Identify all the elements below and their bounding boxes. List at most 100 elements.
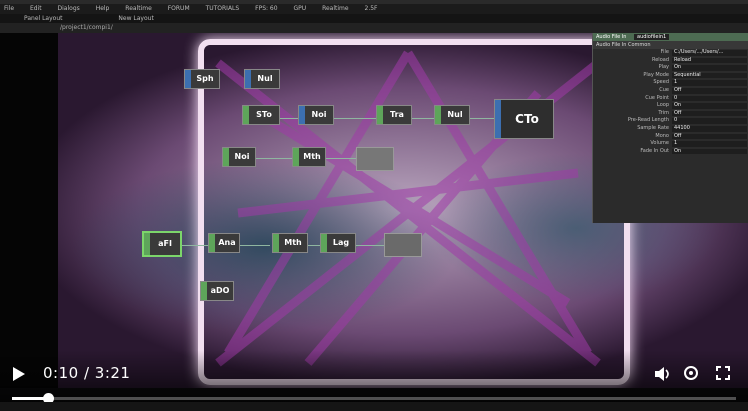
param-label: Pre-Read Length <box>627 117 669 124</box>
menu-realtime[interactable]: Realtime <box>125 5 152 12</box>
script-top-node[interactable]: STo <box>242 105 280 125</box>
node-label: Nul <box>447 110 463 119</box>
node-flag <box>144 233 150 255</box>
null-top-node[interactable]: Nul <box>434 105 470 125</box>
wire <box>356 245 384 246</box>
param-row: Mono Off <box>593 133 748 141</box>
param-value[interactable]: 0 <box>672 95 747 102</box>
network-path-bar: /project1/compi1/ <box>0 23 748 33</box>
wire <box>326 118 380 119</box>
node-flag <box>273 234 279 252</box>
settings-icon[interactable] <box>683 365 699 381</box>
new-layout-tab[interactable]: New Layout <box>118 15 153 22</box>
gpu-readout: GPU <box>293 5 307 12</box>
param-label: Speed <box>653 79 669 86</box>
menu-help[interactable]: Help <box>96 5 110 12</box>
node-label: Lag <box>332 238 350 247</box>
null-chop-node[interactable]: Nul <box>244 69 280 89</box>
menu-tutorials[interactable]: TUTORIALS <box>206 5 240 12</box>
left-margin <box>0 33 58 388</box>
duration: 3:21 <box>94 364 131 382</box>
param-row: Fade In Out On <box>593 148 748 156</box>
menu-bar: File Edit Dialogs Help Realtime FORUM TU… <box>0 4 748 14</box>
param-value[interactable]: Off <box>672 87 747 94</box>
noise-chop-node[interactable]: Noi <box>298 105 334 125</box>
param-value[interactable]: Sequential <box>672 72 747 79</box>
param-label: Loop <box>657 102 669 109</box>
chop-to-top-node[interactable]: CTo <box>494 99 554 139</box>
node-label: Mth <box>284 238 302 247</box>
param-value[interactable]: Reload <box>672 57 747 64</box>
noise-top-node[interactable]: Noi <box>222 147 256 167</box>
param-value[interactable]: On <box>672 65 747 71</box>
parameter-panel: Audio File In audiofilein1 Audio File In… <box>592 33 748 223</box>
layout-tab-bar: Panel Layout New Layout <box>0 14 748 23</box>
node-label: Mth <box>303 152 321 161</box>
math-node-2[interactable]: Mth <box>272 233 308 253</box>
param-value[interactable]: Off <box>672 133 747 140</box>
math-top-node[interactable]: Mth <box>292 147 326 167</box>
node-flag <box>243 106 249 124</box>
menu-file[interactable]: File <box>4 5 14 12</box>
panel-operator-name[interactable]: audiofilein1 <box>634 34 670 40</box>
param-value[interactable]: On <box>672 103 747 109</box>
param-value[interactable]: C:/Users/.../Users/... <box>672 49 747 56</box>
node-label: STo <box>256 110 272 119</box>
param-row: Play On <box>593 64 748 72</box>
param-value[interactable]: 0 <box>672 118 747 124</box>
network-path[interactable]: /project1/compi1/ <box>60 24 113 31</box>
node-label: Noi <box>234 152 250 161</box>
node-label: Nul <box>257 74 273 83</box>
node-flag <box>321 234 327 252</box>
param-row: Cue Point 0 <box>593 95 748 103</box>
param-row: Cue Off <box>593 87 748 95</box>
transform-top-node[interactable]: Tra <box>376 105 412 125</box>
wire <box>182 245 208 246</box>
lag-node[interactable]: Lag <box>320 233 356 253</box>
fps-readout: FPS: 60 <box>255 5 278 12</box>
audio-device-out-node[interactable]: aDO <box>200 281 234 301</box>
param-row: Volume 1 <box>593 140 748 148</box>
node-flag <box>245 70 251 88</box>
sphere-chop-node[interactable]: Sph <box>184 69 220 89</box>
panel-title: Audio File In <box>596 34 627 40</box>
param-value[interactable]: On <box>672 148 747 155</box>
param-label: Cue Point <box>645 94 669 101</box>
analyze-node[interactable]: Ana <box>208 233 240 253</box>
param-list: File C:/Users/.../Users/... Reload Reload Pl… <box>593 49 748 155</box>
play-icon[interactable] <box>12 366 26 382</box>
menu-edit[interactable]: Edit <box>30 5 42 12</box>
param-value[interactable]: Off <box>672 110 747 117</box>
node-flag <box>209 234 215 252</box>
node-label: aDO <box>210 286 230 295</box>
menu-dialogs[interactable]: Dialogs <box>58 5 80 12</box>
wire <box>238 245 270 246</box>
volume-icon[interactable] <box>654 366 672 382</box>
param-value[interactable]: 44100 <box>672 125 747 132</box>
node-flag <box>435 106 441 124</box>
param-label: Cue <box>659 86 669 93</box>
param-label: File <box>660 49 669 55</box>
node-flag <box>293 148 299 166</box>
param-row: Loop On <box>593 102 748 110</box>
node-label: Tra <box>390 110 404 119</box>
node-label: Ana <box>218 238 236 247</box>
panel-tabs[interactable]: Audio File In Common <box>593 41 748 49</box>
node-flag <box>377 106 383 124</box>
param-label: Play <box>658 64 669 71</box>
menu-forum[interactable]: FORUM <box>168 5 190 12</box>
param-value[interactable]: 1 <box>672 80 747 86</box>
param-row: Reload Reload <box>593 57 748 65</box>
param-row: Pre-Read Length 0 <box>593 117 748 125</box>
time-display: 0:10 / 3:21 <box>43 364 131 382</box>
param-value[interactable]: 1 <box>672 141 747 147</box>
audio-file-in-node[interactable]: aFI <box>142 231 182 257</box>
fullscreen-icon[interactable] <box>716 366 730 380</box>
node-flag <box>185 70 191 88</box>
realtime-toggle[interactable]: Realtime <box>322 5 349 12</box>
param-label: Fade In Out <box>640 147 669 154</box>
panel-layout-tab[interactable]: Panel Layout <box>24 15 63 22</box>
progress-track[interactable] <box>12 397 736 400</box>
wire <box>326 158 356 159</box>
viewer-thumbnail <box>356 147 394 171</box>
